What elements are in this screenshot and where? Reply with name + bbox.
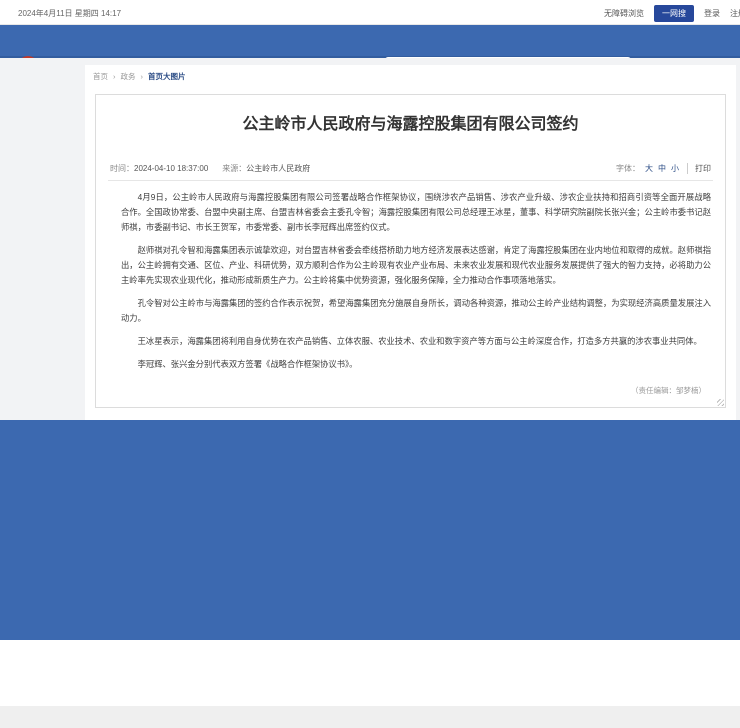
breadcrumb: 首页 › 政务 › 首页大图片	[93, 71, 186, 82]
article-body: 4月9日，公主岭市人民政府与海露控股集团有限公司签署战略合作框架协议，围绕涉农产…	[121, 190, 711, 380]
editor-credit: （责任编辑：邹梦楠）	[95, 385, 706, 396]
resize-handle[interactable]	[717, 399, 724, 406]
article-meta: 时间： 2024-04-10 18:37:00 来源： 公主岭市人民政府 字体：…	[110, 163, 711, 174]
article-paragraph: 4月9日，公主岭市人民政府与海露控股集团有限公司签署战略合作框架协议，围绕涉农产…	[121, 190, 711, 235]
footer: 公主岭市人民政府 THE PEOPLE'S GOVERNMENT OF GONG…	[0, 420, 740, 640]
font-size-label: 字体：	[616, 163, 640, 174]
print-button[interactable]: 打印	[687, 163, 711, 174]
breadcrumb-government[interactable]: 政务	[121, 71, 136, 82]
breadcrumb-separator: ›	[141, 72, 144, 81]
time-value: 2024-04-10 18:37:00	[134, 164, 208, 173]
article-paragraph: 赵师祺对孔令智和海露集团表示诚挚欢迎，对台盟吉林省委会牵线搭桥助力地方经济发展表…	[121, 243, 711, 288]
breadcrumb-current: 首页大图片	[148, 71, 186, 82]
font-medium-button[interactable]: 中	[658, 163, 666, 174]
source-label: 来源：	[222, 163, 246, 174]
site-header: ★ 公主岭市人民政府 党政信息 政务 政务服务 互动 走进公主岭 搜本站	[0, 25, 740, 58]
article-paragraph: 李冠辉、张兴金分别代表双方签署《战略合作框架协议书》。	[121, 357, 711, 372]
footer-bottom: ★ 政府网站 找错 主办单位：公主岭市人民政府 办公地址：吉林省公主岭市西公主大…	[0, 640, 740, 706]
datetime-text: 2024年4月11日 星期四 14:17	[18, 8, 121, 19]
bottom-gray-strip	[0, 706, 740, 728]
meta-tools: 字体： 大 中 小 打印	[616, 163, 711, 174]
article-paragraph: 王冰星表示，海露集团将利用自身优势在农产品销售、立体农服、农业技术、农业和数字资…	[121, 334, 711, 349]
login-link[interactable]: 登录	[704, 8, 720, 19]
divider	[108, 180, 713, 181]
source-value: 公主岭市人民政府	[246, 163, 310, 174]
article-title: 公主岭市人民政府与海露控股集团有限公司签约	[95, 110, 726, 134]
time-label: 时间：	[110, 163, 134, 174]
topbar-links: 无障碍浏览 一网搜 登录 注册 中国政府网	[604, 5, 740, 22]
breadcrumb-separator: ›	[113, 72, 116, 81]
breadcrumb-home[interactable]: 首页	[93, 71, 108, 82]
font-small-button[interactable]: 小	[671, 163, 679, 174]
register-link[interactable]: 注册	[730, 8, 740, 19]
top-utility-bar: 2024年4月11日 星期四 14:17 无障碍浏览 一网搜 登录 注册 中国政…	[0, 0, 740, 25]
font-large-button[interactable]: 大	[645, 163, 653, 174]
one-net-search-button[interactable]: 一网搜	[654, 5, 694, 22]
article-paragraph: 孔令智对公主岭市与海露集团的签约合作表示祝贺，希望海露集团充分施展自身所长，调动…	[121, 296, 711, 326]
accessibility-link[interactable]: 无障碍浏览	[604, 8, 644, 19]
